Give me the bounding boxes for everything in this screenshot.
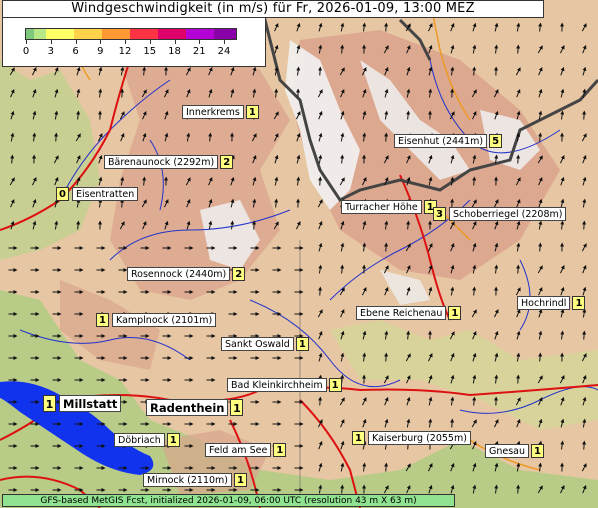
legend-tick-mark <box>174 40 176 44</box>
wind-speed-value: 1 <box>328 378 342 392</box>
legend-tick-mark <box>125 40 126 44</box>
legend-tick-mark <box>149 40 151 44</box>
wind-speed-value: 1 <box>245 105 259 119</box>
legend-tick-label: 21 <box>192 46 206 57</box>
location-label: Millstatt <box>59 395 122 412</box>
wind-speed-value: 1 <box>572 296 586 310</box>
wind-speed-value: 1 <box>531 444 545 458</box>
legend-color-segment <box>34 29 46 39</box>
legend-color-segment <box>102 29 130 39</box>
map-title: Windgeschwindigkeit (in m/s) für Fr, 202… <box>2 0 544 18</box>
legend-color-segment <box>74 29 102 39</box>
wind-speed-value: 2 <box>220 155 234 169</box>
wind-speed-value: 2 <box>232 267 246 281</box>
legend-color-segment <box>186 29 214 39</box>
location-label: Eisentratten <box>72 187 139 201</box>
legend-color-segment <box>26 29 34 39</box>
location-label: Ebene Reichenau <box>356 306 447 320</box>
location-label: Mirnock (2110m) <box>143 473 232 487</box>
wind-speed-value: 1 <box>166 433 180 447</box>
legend-tick-label: 12 <box>118 46 132 57</box>
location-label: Schoberriegel (2208m) <box>449 207 567 221</box>
wind-speed-value: 0 <box>56 187 69 201</box>
legend-color-segment <box>130 29 158 39</box>
wind-speed-value: 1 <box>448 306 462 320</box>
wind-speed-value: 1 <box>43 395 56 412</box>
location-label: Rosennock (2440m) <box>127 267 231 281</box>
legend-tick-label: 24 <box>217 46 231 57</box>
legend-tick-mark <box>199 40 201 44</box>
wind-speed-value: 1 <box>96 313 109 327</box>
wind-speed-value: 1 <box>295 337 309 351</box>
legend-color-segment <box>214 29 236 39</box>
location-label: Hochrindl <box>517 296 571 310</box>
location-label: Turracher Höhe <box>341 200 422 214</box>
location-label: Innerkrems <box>182 105 244 119</box>
wind-speed-value: 1 <box>234 473 247 487</box>
location-label: Bärenaunock (2292m) <box>104 155 219 169</box>
wind-speed-value: 3 <box>433 207 446 221</box>
legend-tick-label: 6 <box>72 46 79 57</box>
legend-tick-mark <box>50 40 52 44</box>
location-label: Kaiserburg (2055m) <box>368 431 471 445</box>
location-label: Bad Kleinkirchheim <box>227 378 327 392</box>
location-label: Radenthein <box>146 399 229 416</box>
wind-speed-value: 1 <box>230 399 244 416</box>
legend-color-segment <box>158 29 186 39</box>
legend-tick-mark <box>26 40 27 44</box>
legend-color-segment <box>46 29 74 39</box>
legend-tick-label: 3 <box>47 46 54 57</box>
legend-tick-mark <box>75 40 77 44</box>
legend-tick-label: 15 <box>143 46 157 57</box>
legend-tick-label: 18 <box>168 46 181 57</box>
location-label: Döbriach <box>114 433 165 447</box>
wind-speed-value: 5 <box>489 134 503 148</box>
location-label: Sankt Oswald <box>221 337 294 351</box>
location-label: Gnesau <box>485 444 530 458</box>
location-label: Feld am See <box>205 443 272 457</box>
wind-speed-value: 1 <box>352 431 365 445</box>
legend-tick-label: 0 <box>22 46 30 57</box>
terrain-map <box>0 0 598 508</box>
legend-tick-label: 9 <box>97 46 104 57</box>
legend-tick-mark <box>224 40 225 44</box>
legend-color-bar <box>25 28 237 40</box>
legend-tick-mark <box>100 40 102 44</box>
wind-speed-legend: 0 3 6 9 12 15 18 21 24 <box>2 17 266 67</box>
location-label: Kamplnock (2101m) <box>112 313 217 327</box>
forecast-footer: GFS-based MetGIS Fcst, initialized 2026-… <box>2 494 455 507</box>
location-label: Eisenhut (2441m) <box>394 134 488 148</box>
wind-speed-value: 1 <box>273 443 287 457</box>
